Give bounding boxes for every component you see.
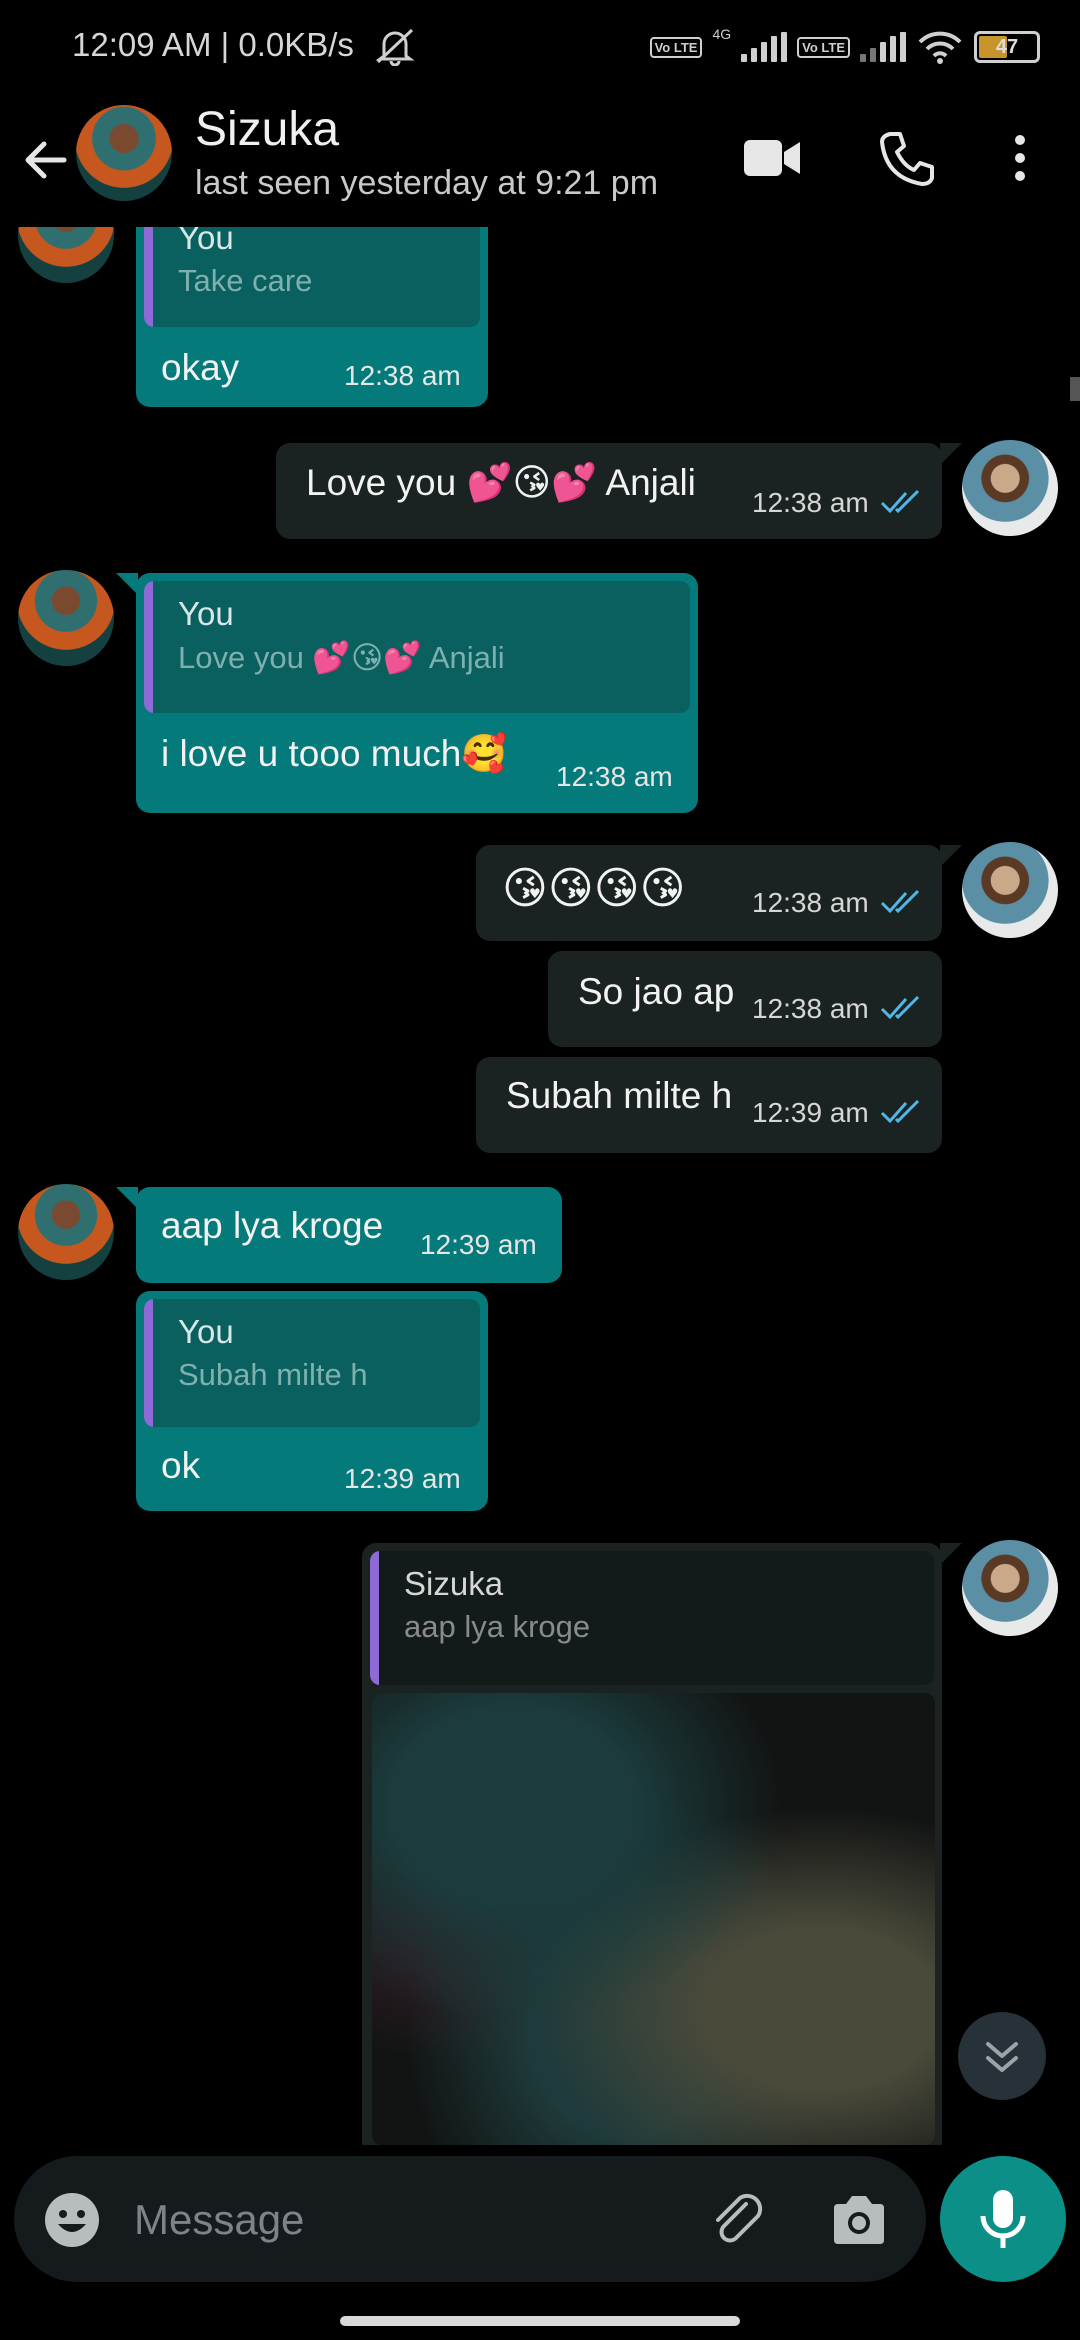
compose-bar bbox=[14, 2156, 926, 2282]
scrollbar-thumb[interactable] bbox=[1070, 377, 1080, 401]
signal-icon bbox=[741, 32, 788, 62]
network-type: 4G bbox=[712, 26, 732, 42]
wifi-icon bbox=[918, 31, 962, 64]
image-attachment[interactable] bbox=[372, 1693, 935, 2145]
my-avatar[interactable] bbox=[962, 1540, 1058, 1636]
quote-text: aap lya kroge bbox=[404, 1609, 591, 1644]
quote-author: You bbox=[178, 227, 234, 256]
message-text: So jao ap bbox=[578, 971, 735, 1012]
chat-list[interactable]: You Take care okay 12:38 am Love you 💕😘💕… bbox=[0, 227, 1080, 2145]
quote-author: You bbox=[178, 595, 234, 632]
message-input[interactable] bbox=[132, 2186, 696, 2254]
message-time: 12:38 am bbox=[556, 761, 673, 792]
battery-icon: 47 bbox=[974, 31, 1040, 63]
sender-avatar[interactable] bbox=[18, 1184, 114, 1280]
message-text: Subah milte h bbox=[506, 1075, 733, 1116]
message-text: okay bbox=[161, 347, 240, 388]
signal-icon-2 bbox=[860, 32, 906, 62]
more-vertical-icon[interactable] bbox=[1002, 128, 1038, 188]
read-ticks-icon bbox=[880, 889, 920, 914]
back-arrow-icon[interactable] bbox=[18, 132, 74, 188]
status-icons: Vo LTE 4G Vo LTE 47 bbox=[649, 22, 1040, 72]
read-ticks-icon bbox=[880, 995, 920, 1020]
home-indicator[interactable] bbox=[340, 2316, 740, 2326]
message-text: i love u tooo much🥰 bbox=[161, 733, 508, 774]
message-text: 😘😘😘😘 bbox=[502, 864, 686, 913]
contact-avatar[interactable] bbox=[76, 105, 172, 201]
message-bubble-outgoing[interactable]: Subah milte h 12:39 am bbox=[476, 1057, 942, 1153]
quote-text: Take care bbox=[178, 263, 313, 298]
message-bubble-outgoing[interactable]: 😘😘😘😘 12:38 am bbox=[476, 845, 942, 941]
message-time: 12:39 am bbox=[752, 1097, 869, 1128]
message-bubble-outgoing[interactable]: Love you 💕😘💕 Anjali 12:38 am bbox=[276, 443, 942, 539]
message-bubble-outgoing[interactable]: So jao ap 12:38 am bbox=[548, 951, 942, 1047]
message-bubble-incoming[interactable]: You Subah milte h ok 12:39 am bbox=[136, 1291, 488, 1511]
mic-button[interactable] bbox=[940, 2156, 1066, 2282]
mic-icon bbox=[980, 2190, 1026, 2248]
message-time: 12:38 am bbox=[752, 487, 869, 518]
camera-icon[interactable] bbox=[828, 2190, 890, 2250]
quote-text: Subah milte h bbox=[178, 1357, 368, 1392]
reply-quote[interactable]: You Subah milte h bbox=[144, 1299, 480, 1427]
my-avatar[interactable] bbox=[962, 440, 1058, 536]
video-call-icon[interactable] bbox=[742, 132, 802, 184]
read-ticks-icon bbox=[880, 489, 920, 514]
message-text: ok bbox=[161, 1445, 201, 1486]
chat-header: Sizuka last seen yesterday at 9:21 pm bbox=[0, 92, 1080, 227]
double-chevron-down-icon bbox=[986, 2042, 1018, 2072]
battery-level: 47 bbox=[995, 35, 1019, 58]
reply-quote[interactable]: You Take care bbox=[144, 227, 480, 327]
attachment-icon[interactable] bbox=[706, 2188, 768, 2250]
contact-name[interactable]: Sizuka bbox=[195, 102, 339, 157]
message-time: 12:38 am bbox=[752, 887, 869, 918]
read-ticks-icon bbox=[880, 1099, 920, 1124]
message-text: Love you 💕😘💕 Anjali bbox=[306, 462, 696, 503]
quote-author: Sizuka bbox=[404, 1565, 504, 1602]
quote-text: Love you 💕😘💕 Anjali bbox=[178, 640, 505, 675]
scroll-to-bottom-button[interactable] bbox=[958, 2012, 1046, 2100]
volte-badge-2: Vo LTE bbox=[797, 36, 850, 58]
status-time-speed: 12:09 AM | 0.0KB/s bbox=[72, 26, 354, 63]
phone-icon[interactable] bbox=[876, 128, 936, 188]
sender-avatar[interactable] bbox=[18, 570, 114, 666]
my-avatar[interactable] bbox=[962, 842, 1058, 938]
reply-quote[interactable]: Sizuka aap lya kroge bbox=[370, 1551, 934, 1685]
reply-quote[interactable]: You Love you 💕😘💕 Anjali bbox=[144, 581, 690, 713]
volte-badge: Vo LTE bbox=[649, 36, 703, 58]
sender-avatar[interactable] bbox=[18, 227, 114, 283]
emoji-icon[interactable] bbox=[42, 2190, 102, 2250]
quote-author: You bbox=[178, 1313, 234, 1350]
message-time: 12:39 am bbox=[344, 1463, 461, 1494]
message-bubble-incoming[interactable]: You Take care okay 12:38 am bbox=[136, 227, 488, 407]
mute-bell-icon bbox=[375, 28, 415, 66]
last-seen-status: last seen yesterday at 9:21 pm bbox=[195, 164, 659, 202]
message-bubble-incoming[interactable]: You Love you 💕😘💕 Anjali i love u tooo mu… bbox=[136, 573, 698, 813]
status-bar: 12:09 AM | 0.0KB/s Vo LTE 4G Vo LTE 47 bbox=[0, 0, 1080, 92]
message-time: 12:38 am bbox=[752, 993, 869, 1024]
message-time: 12:38 am bbox=[344, 360, 461, 391]
message-time: 12:39 am bbox=[420, 1229, 537, 1260]
message-text: aap lya kroge bbox=[161, 1205, 384, 1246]
message-bubble-incoming[interactable]: aap lya kroge 12:39 am bbox=[136, 1187, 562, 1283]
